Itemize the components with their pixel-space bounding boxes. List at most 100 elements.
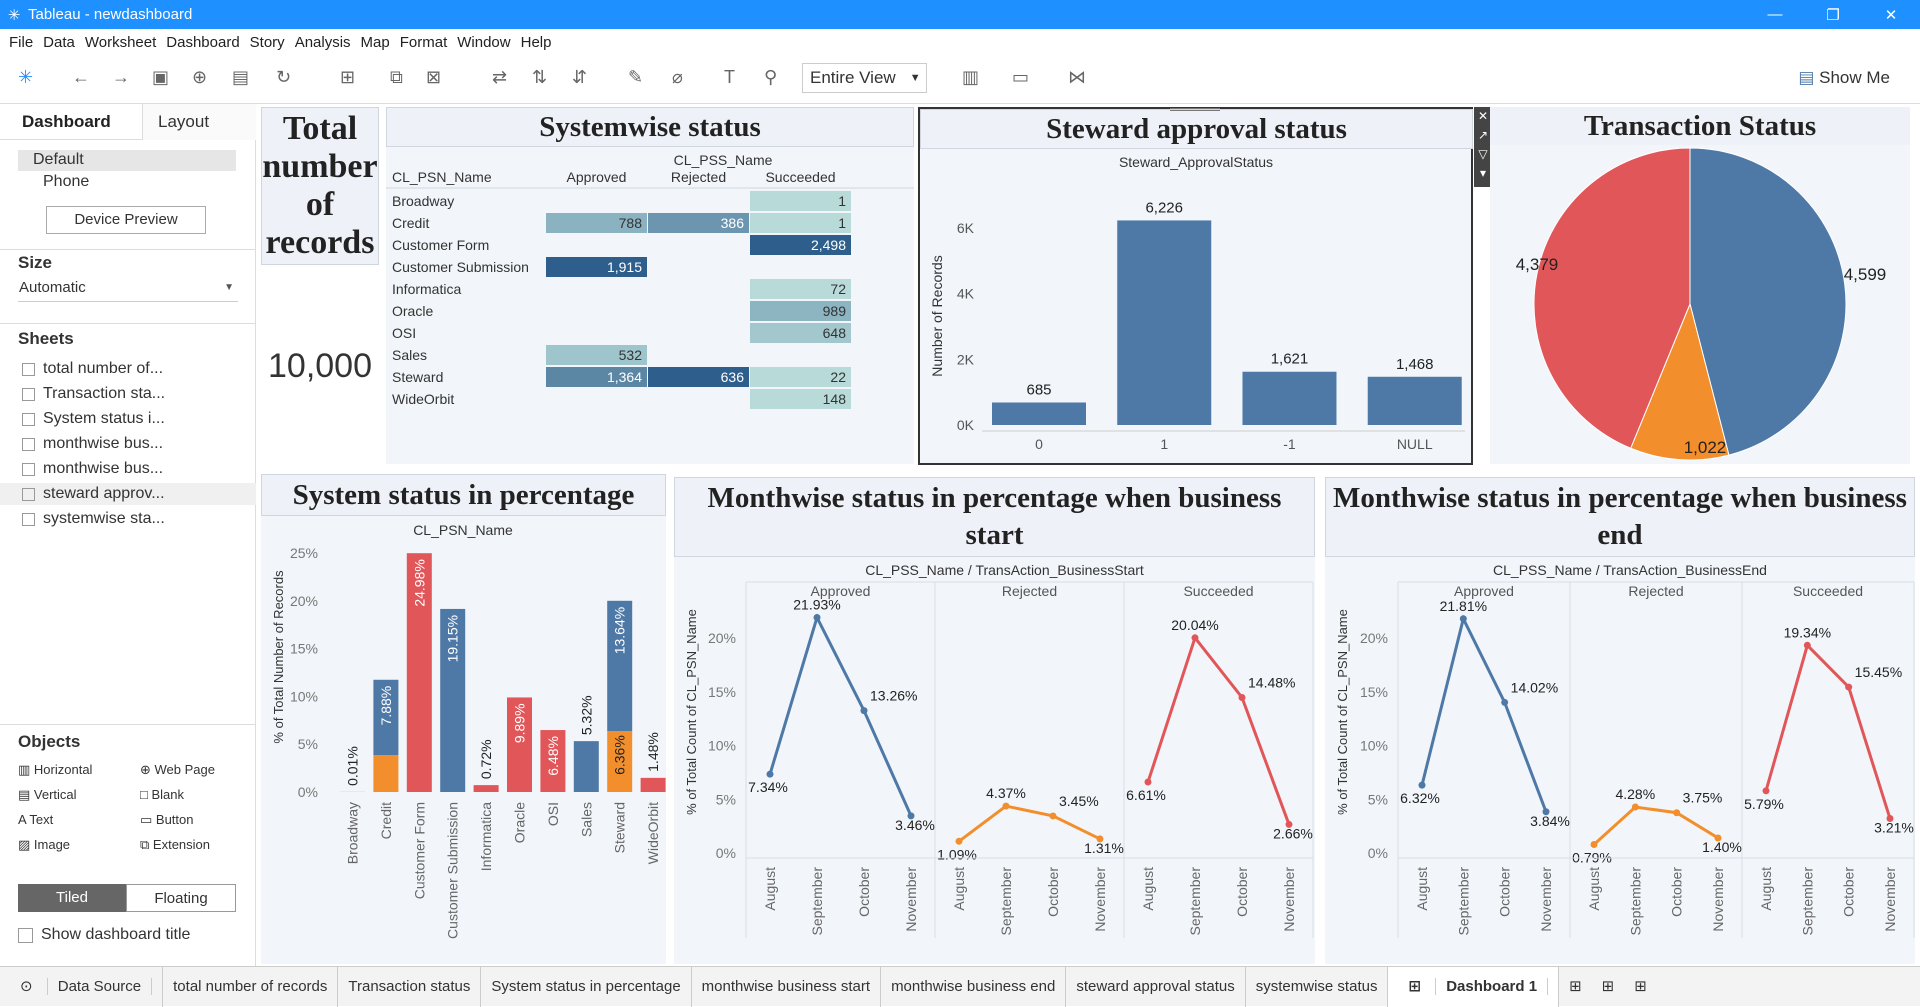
chart-subtitle: CL_PSN_Name [413, 522, 513, 538]
object-web-page[interactable]: ⊕ Web Page [140, 762, 215, 778]
sheet-item[interactable]: Transaction sta... [22, 385, 165, 403]
x-tick-label: October [1841, 867, 1857, 917]
sheet-item[interactable]: System status i... [22, 410, 165, 428]
pause-icon[interactable]: ▤ [232, 67, 249, 88]
menu-story[interactable]: Story [250, 34, 285, 51]
size-dropdown[interactable]: Automatic ▼ [18, 278, 238, 302]
menu-analysis[interactable]: Analysis [295, 34, 351, 51]
clear-icon[interactable]: ⊠ [426, 67, 441, 88]
sheet-label: Transaction sta... [43, 385, 165, 403]
tab-dashboard[interactable]: Dashboard [22, 112, 111, 132]
tab-sheet[interactable]: monthwise business start [692, 967, 881, 1007]
sort-desc-icon[interactable]: ⇵ [572, 67, 587, 88]
object-horizontal[interactable]: ▥ Horizontal [18, 762, 92, 778]
new-datasource-icon[interactable]: ⊕ [192, 67, 207, 88]
y-tick-label: 10% [1360, 738, 1388, 754]
object-extension[interactable]: ⧉ Extension [140, 837, 210, 853]
object-label: Horizontal [34, 762, 93, 777]
y-tick-label: 5% [1368, 791, 1388, 807]
tab-sheet[interactable]: total number of records [163, 967, 338, 1007]
y-tick-label: 20% [708, 630, 736, 646]
tiled-button[interactable]: Tiled [18, 884, 126, 912]
sort-asc-icon[interactable]: ⇅ [532, 67, 547, 88]
highlight-icon[interactable]: ✎ [628, 67, 643, 88]
y-tick-label: 6K [957, 220, 975, 236]
data-label: 20.04% [1171, 617, 1218, 633]
sheet-item[interactable]: systemwise sta... [22, 510, 165, 528]
data-label: 1.40% [1702, 839, 1742, 855]
restore-icon[interactable]: ❐ [1804, 0, 1862, 29]
menu-help[interactable]: Help [521, 34, 552, 51]
y-tick-label: 0% [716, 845, 736, 861]
sheet-item[interactable]: monthwise bus... [22, 435, 163, 453]
menu-file[interactable]: File [9, 34, 33, 51]
drag-handle-icon[interactable] [1170, 108, 1220, 118]
data-label: 24.98% [411, 559, 427, 606]
tab-sheet[interactable]: systemwise status [1246, 967, 1389, 1007]
chart-subtitle: CL_PSS_Name / TransAction_BusinessEnd [1493, 562, 1767, 578]
data-label: 5.79% [1744, 796, 1784, 812]
fit-dropdown[interactable]: Entire View▼ [802, 63, 927, 93]
data-point [1501, 699, 1508, 706]
new-dashboard-tab-icon[interactable]: ⊞ [1592, 967, 1625, 1007]
menu-dashboard[interactable]: Dashboard [166, 34, 239, 51]
tab-sheet[interactable]: System status in percentage [481, 967, 691, 1007]
labels-icon[interactable]: T [724, 67, 735, 88]
new-story-tab-icon[interactable]: ⊞ [1624, 967, 1657, 1007]
sheet-item[interactable]: monthwise bus... [22, 460, 163, 478]
object-image[interactable]: ▨ Image [18, 837, 70, 853]
cards-icon[interactable]: ▥ [962, 67, 979, 88]
sheet-item[interactable]: total number of... [22, 360, 163, 378]
show-me-button[interactable]: ▤ Show Me [1798, 68, 1890, 88]
undo-icon[interactable]: ← [72, 67, 90, 88]
share-icon[interactable]: ⋈ [1068, 67, 1086, 88]
menu-worksheet[interactable]: Worksheet [85, 34, 156, 51]
series-line [1148, 638, 1289, 825]
tab-layout-label: Layout [158, 112, 209, 131]
group-icon[interactable]: ⌀ [672, 67, 683, 88]
menu-format[interactable]: Format [400, 34, 448, 51]
data-label: 2.66% [1273, 825, 1313, 841]
size-title: Size [18, 253, 52, 273]
data-label: 6.36% [612, 735, 628, 775]
object-button[interactable]: ▭ Button [140, 812, 194, 828]
object-blank[interactable]: □ Blank [140, 787, 184, 802]
save-icon[interactable]: ▣ [152, 67, 169, 88]
menu-data[interactable]: Data [43, 34, 75, 51]
menu-window[interactable]: Window [457, 34, 510, 51]
pin-icon[interactable]: ⚲ [764, 67, 777, 88]
cell-value: 22 [830, 369, 846, 385]
device-preview-button[interactable]: Device Preview [46, 206, 206, 234]
sheet-item[interactable]: steward approv... [22, 485, 165, 503]
menu-map[interactable]: Map [361, 34, 390, 51]
data-point [1632, 804, 1639, 811]
object-text[interactable]: A Text [18, 812, 53, 827]
swap-icon[interactable]: ⇄ [492, 67, 507, 88]
object-vertical[interactable]: ▤ Vertical [18, 787, 77, 803]
tab-dashboard-1[interactable]: ⊞ Dashboard 1 [1388, 967, 1559, 1007]
refresh-icon[interactable]: ↻ [276, 67, 291, 88]
tab-sheet[interactable]: steward approval status [1066, 967, 1245, 1007]
tab-sheet[interactable]: monthwise business end [881, 967, 1066, 1007]
tab-sheet[interactable]: Transaction status [338, 967, 481, 1007]
show-dashboard-title-checkbox[interactable]: Show dashboard title [18, 926, 190, 944]
redo-icon[interactable]: → [112, 67, 130, 88]
sheet-icon [22, 413, 35, 426]
tab-data-source[interactable]: ⊙ Data Source [0, 967, 163, 1007]
close-icon[interactable]: ✕ [1862, 0, 1920, 29]
new-worksheet-tab-icon[interactable]: ⊞ [1559, 967, 1592, 1007]
device-phone[interactable]: Phone [43, 173, 89, 191]
floating-button[interactable]: Floating [126, 884, 236, 912]
tableau-home-icon[interactable]: ✳ [18, 67, 33, 88]
duplicate-icon[interactable]: ⧉ [390, 67, 403, 88]
column-label: Rejected [671, 169, 726, 185]
minimize-icon[interactable]: — [1746, 0, 1804, 29]
data-label: 7.88% [378, 686, 394, 726]
data-label: 6.32% [1400, 790, 1440, 806]
new-worksheet-icon[interactable]: ⊞ [340, 67, 355, 88]
tab-layout[interactable]: Layout [142, 104, 256, 140]
tab-label: Data Source [48, 978, 152, 995]
sys-pct-chart: CL_PSN_Name% of Total Number of Records2… [261, 517, 666, 964]
sys-pct-title: System status in percentage [261, 474, 666, 516]
presentation-icon[interactable]: ▭ [1012, 67, 1029, 88]
